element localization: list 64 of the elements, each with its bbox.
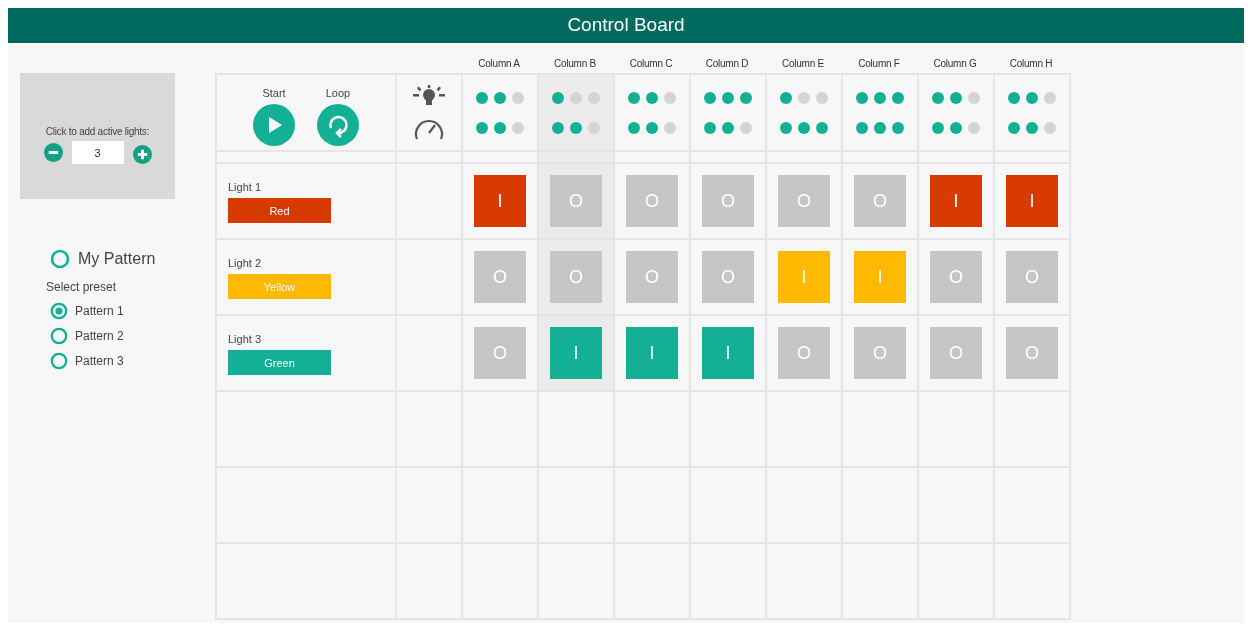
count-field[interactable]: 3 (71, 141, 124, 164)
panel-label: Click to add active lights: (45, 125, 150, 139)
color-button[interactable]: Green (228, 350, 331, 376)
column-settings[interactable] (766, 74, 842, 151)
toggle-button[interactable]: I (474, 175, 526, 227)
toggle-button[interactable]: O (854, 327, 906, 379)
light-name: Light 3 (228, 331, 263, 347)
light-name: Light 2 (228, 255, 263, 271)
toggle-button[interactable]: I (702, 327, 754, 379)
preset-radio[interactable]: Pattern 3 (50, 352, 215, 370)
column-header: Column D (705, 57, 749, 71)
control-label: Start (262, 86, 286, 101)
column-header: Column C (629, 57, 673, 71)
column-header: Column G (933, 57, 977, 71)
toggle-button[interactable]: O (474, 327, 526, 379)
color-button[interactable]: Yellow (228, 274, 331, 300)
toggle-button[interactable]: O (550, 251, 602, 303)
play-button[interactable] (253, 103, 295, 146)
my-pattern-radio[interactable]: My Pattern (50, 247, 215, 271)
radio-label: My Pattern (78, 249, 156, 269)
toggle-button[interactable]: O (1006, 327, 1058, 379)
toggle-button[interactable]: O (702, 175, 754, 227)
radio-label: Pattern 1 (75, 303, 124, 320)
toggle-button[interactable]: I (930, 175, 982, 227)
color-button[interactable]: Red (228, 198, 331, 224)
window-title: Control Board (567, 13, 685, 38)
plus-button[interactable] (132, 145, 152, 164)
radio-label: Pattern 2 (75, 328, 124, 345)
control-label: Loop (325, 86, 351, 101)
toggle-button[interactable]: O (778, 175, 830, 227)
toggle-button[interactable]: O (550, 175, 602, 227)
preset-radio[interactable]: Pattern 1 (50, 302, 215, 320)
toggle-button[interactable]: O (930, 327, 982, 379)
loop-button[interactable] (317, 103, 359, 146)
preset-radio[interactable]: Pattern 2 (50, 327, 215, 345)
minus-button[interactable] (43, 143, 63, 162)
column-settings[interactable] (690, 74, 766, 151)
toggle-button[interactable]: I (626, 327, 678, 379)
toggle-button[interactable]: O (702, 251, 754, 303)
column-header: Column H (1009, 57, 1053, 71)
radio-label: Pattern 3 (75, 353, 124, 370)
column-settings[interactable] (462, 74, 538, 151)
column-header: Column B (554, 57, 596, 71)
toggle-button[interactable]: O (626, 175, 678, 227)
column-header: Column A (478, 57, 520, 71)
column-settings[interactable] (614, 74, 690, 151)
column-settings[interactable] (994, 74, 1070, 151)
column-settings[interactable] (538, 74, 614, 151)
toggle-button[interactable]: O (474, 251, 526, 303)
toggle-button[interactable]: I (1006, 175, 1058, 227)
toggle-button[interactable]: O (778, 327, 830, 379)
preset-label: Select preset (46, 279, 118, 296)
toggle-button[interactable]: O (930, 251, 982, 303)
toggle-button[interactable]: O (626, 251, 678, 303)
column-settings[interactable] (842, 74, 918, 151)
light-name: Light 1 (228, 179, 263, 195)
toggle-button[interactable]: O (1006, 251, 1058, 303)
toggle-button[interactable]: I (854, 251, 906, 303)
toggle-button[interactable]: O (854, 175, 906, 227)
column-settings[interactable] (918, 74, 994, 151)
column-header: Column E (782, 57, 824, 71)
toggle-button[interactable]: I (550, 327, 602, 379)
column-header: Column F (858, 57, 900, 71)
toggle-button[interactable]: I (778, 251, 830, 303)
